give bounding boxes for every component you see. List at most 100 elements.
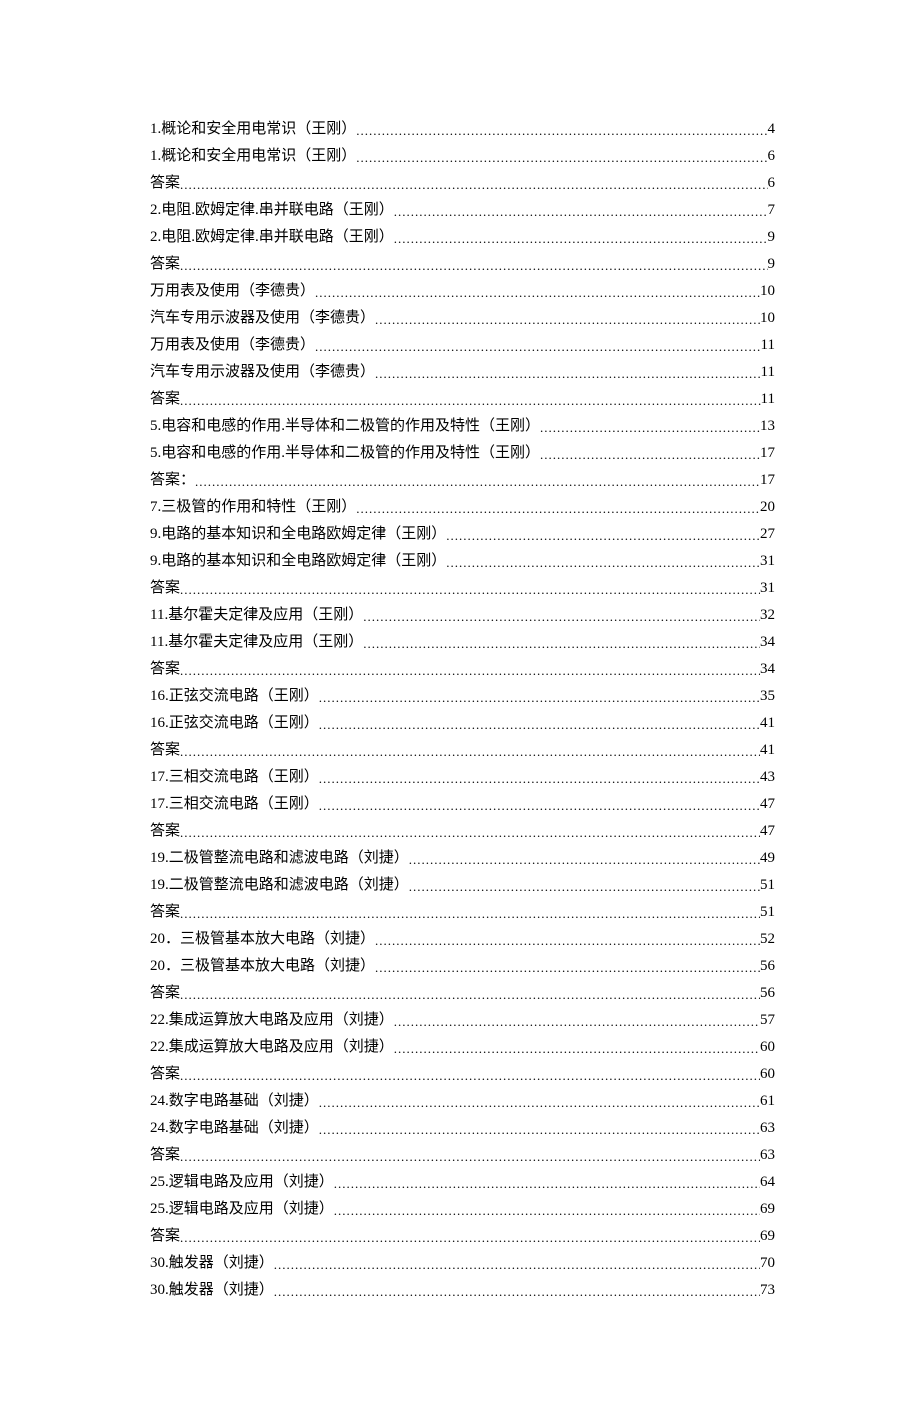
toc-entry-leader-dots <box>375 306 760 333</box>
toc-entry-title: 答案 <box>150 737 180 764</box>
toc-entry-title: 25.逻辑电路及应用（刘捷） <box>150 1196 334 1223</box>
toc-entry-title: 7.三极管的作用和特性（王刚） <box>150 494 356 521</box>
toc-entry-leader-dots <box>180 1062 760 1089</box>
toc-entry: 汽车专用示波器及使用（李德贵）10 <box>150 304 775 331</box>
toc-entry-title: 11.基尔霍夫定律及应用（王刚） <box>150 629 363 656</box>
toc-entry-leader-dots <box>319 765 760 792</box>
toc-entry-leader-dots <box>409 873 760 900</box>
toc-entry-leader-dots <box>274 1251 760 1278</box>
toc-entry-page-number: 56 <box>760 953 775 980</box>
toc-entry-page-number: 17 <box>760 467 775 494</box>
toc-entry: 11.基尔霍夫定律及应用（王刚）32 <box>150 601 775 628</box>
toc-entry-leader-dots <box>180 252 767 279</box>
toc-entry-title: 2.电阻.欧姆定律.串并联电路（王刚） <box>150 224 394 251</box>
toc-entry-leader-dots <box>394 1008 760 1035</box>
toc-entry: 答案 9 <box>150 250 775 277</box>
toc-entry-page-number: 41 <box>760 737 775 764</box>
toc-entry-leader-dots <box>180 1143 760 1170</box>
toc-entry: 万用表及使用（李德贵） 10 <box>150 277 775 304</box>
toc-entry: 万用表及使用（李德贵）11 <box>150 331 775 358</box>
toc-entry-leader-dots <box>356 144 767 171</box>
document-page: 1.概论和安全用电常识（王刚）41.概论和安全用电常识（王刚）6答案62.电阻.… <box>0 0 920 1403</box>
toc-entry-leader-dots <box>319 1116 760 1143</box>
toc-entry-page-number: 6 <box>768 143 776 170</box>
toc-entry-page-number: 63 <box>760 1142 775 1169</box>
toc-entry-leader-dots <box>180 576 760 603</box>
toc-entry: 汽车专用示波器及使用（李德贵）11 <box>150 358 775 385</box>
toc-entry: 22.集成运算放大电路及应用（刘捷）60 <box>150 1033 775 1060</box>
toc-entry-leader-dots <box>315 279 760 306</box>
toc-entry-title: 30.触发器（刘捷） <box>150 1277 274 1304</box>
toc-entry: 答案34 <box>150 655 775 682</box>
toc-entry-title: 汽车专用示波器及使用（李德贵） <box>150 305 375 332</box>
toc-entry: 30.触发器（刘捷）73 <box>150 1276 775 1303</box>
toc-entry-page-number: 13 <box>760 413 775 440</box>
toc-entry-leader-dots <box>394 225 768 252</box>
toc-entry-leader-dots <box>315 333 761 360</box>
toc-entry-title: 20．三极管基本放大电路（刘捷） <box>150 926 375 953</box>
toc-entry-page-number: 52 <box>760 926 775 953</box>
toc-entry: 答案 41 <box>150 736 775 763</box>
toc-entry-title: 汽车专用示波器及使用（李德贵） <box>150 359 375 386</box>
toc-entry-title: 万用表及使用（李德贵） <box>150 278 315 305</box>
toc-entry: 9.电路的基本知识和全电路欧姆定律（王刚）27 <box>150 520 775 547</box>
toc-entry-page-number: 20 <box>760 494 775 521</box>
toc-entry-page-number: 69 <box>760 1223 775 1250</box>
toc-entry-page-number: 63 <box>760 1115 775 1142</box>
toc-entry-leader-dots <box>446 522 760 549</box>
toc-entry-leader-dots <box>180 1224 760 1251</box>
toc-entry-title: 24.数字电路基础（刘捷） <box>150 1088 319 1115</box>
toc-entry: 答案69 <box>150 1222 775 1249</box>
toc-entry-leader-dots <box>319 792 760 819</box>
toc-entry-leader-dots <box>375 954 760 981</box>
toc-entry-leader-dots <box>319 711 760 738</box>
toc-entry: 答案 11 <box>150 385 775 412</box>
toc-entry-page-number: 10 <box>760 278 775 305</box>
toc-entry-title: 9.电路的基本知识和全电路欧姆定律（王刚） <box>150 521 446 548</box>
toc-entry-leader-dots <box>394 1035 760 1062</box>
toc-entry-page-number: 11 <box>761 386 775 413</box>
toc-entry: 5.电容和电感的作用.半导体和二极管的作用及特性（王刚） 17 <box>150 439 775 466</box>
toc-entry-leader-dots <box>375 927 760 954</box>
toc-entry-page-number: 11 <box>761 332 775 359</box>
toc-entry-title: 5.电容和电感的作用.半导体和二极管的作用及特性（王刚） <box>150 440 540 467</box>
toc-entry-page-number: 17 <box>760 440 775 467</box>
toc-entry-title: 25.逻辑电路及应用（刘捷） <box>150 1169 334 1196</box>
toc-entry-title: 答案 <box>150 980 180 1007</box>
toc-entry: 25.逻辑电路及应用（刘捷） 69 <box>150 1195 775 1222</box>
toc-entry-page-number: 61 <box>760 1088 775 1115</box>
toc-entry-page-number: 69 <box>760 1196 775 1223</box>
toc-entry-page-number: 70 <box>760 1250 775 1277</box>
toc-entry: 16.正弦交流电路（王刚）41 <box>150 709 775 736</box>
toc-entry-leader-dots <box>195 468 760 495</box>
toc-entry-title: 答案 <box>150 386 180 413</box>
toc-entry: 答案63 <box>150 1141 775 1168</box>
toc-entry-page-number: 31 <box>760 575 775 602</box>
toc-entry: 答案56 <box>150 979 775 1006</box>
toc-entry-leader-dots <box>180 387 761 414</box>
toc-entry-page-number: 7 <box>768 197 776 224</box>
toc-entry: 5.电容和电感的作用.半导体和二极管的作用及特性（王刚） 13 <box>150 412 775 439</box>
toc-entry-title: 答案 <box>150 656 180 683</box>
toc-entry-title: 答案 <box>150 818 180 845</box>
toc-entry: 1.概论和安全用电常识（王刚）6 <box>150 142 775 169</box>
toc-entry-title: 答案 <box>150 1061 180 1088</box>
toc-entry: 9.电路的基本知识和全电路欧姆定律（王刚）31 <box>150 547 775 574</box>
toc-entry: 30.触发器（刘捷）70 <box>150 1249 775 1276</box>
toc-entry-page-number: 34 <box>760 629 775 656</box>
toc-entry-page-number: 31 <box>760 548 775 575</box>
toc-entry-leader-dots <box>180 657 760 684</box>
toc-entry-title: 答案 <box>150 575 180 602</box>
toc-entry-leader-dots <box>446 549 760 576</box>
toc-entry: 17.三相交流电路（王刚）47 <box>150 790 775 817</box>
toc-entry: 答案47 <box>150 817 775 844</box>
toc-entry-page-number: 9 <box>768 251 776 278</box>
toc-entry: 答案：17 <box>150 466 775 493</box>
toc-entry-title: 答案 <box>150 251 180 278</box>
toc-entry-page-number: 49 <box>760 845 775 872</box>
toc-entry-leader-dots <box>180 171 767 198</box>
toc-entry-leader-dots <box>180 981 760 1008</box>
toc-entry-title: 16.正弦交流电路（王刚） <box>150 710 319 737</box>
toc-entry-title: 5.电容和电感的作用.半导体和二极管的作用及特性（王刚） <box>150 413 540 440</box>
toc-entry: 24.数字电路基础（刘捷）63 <box>150 1114 775 1141</box>
